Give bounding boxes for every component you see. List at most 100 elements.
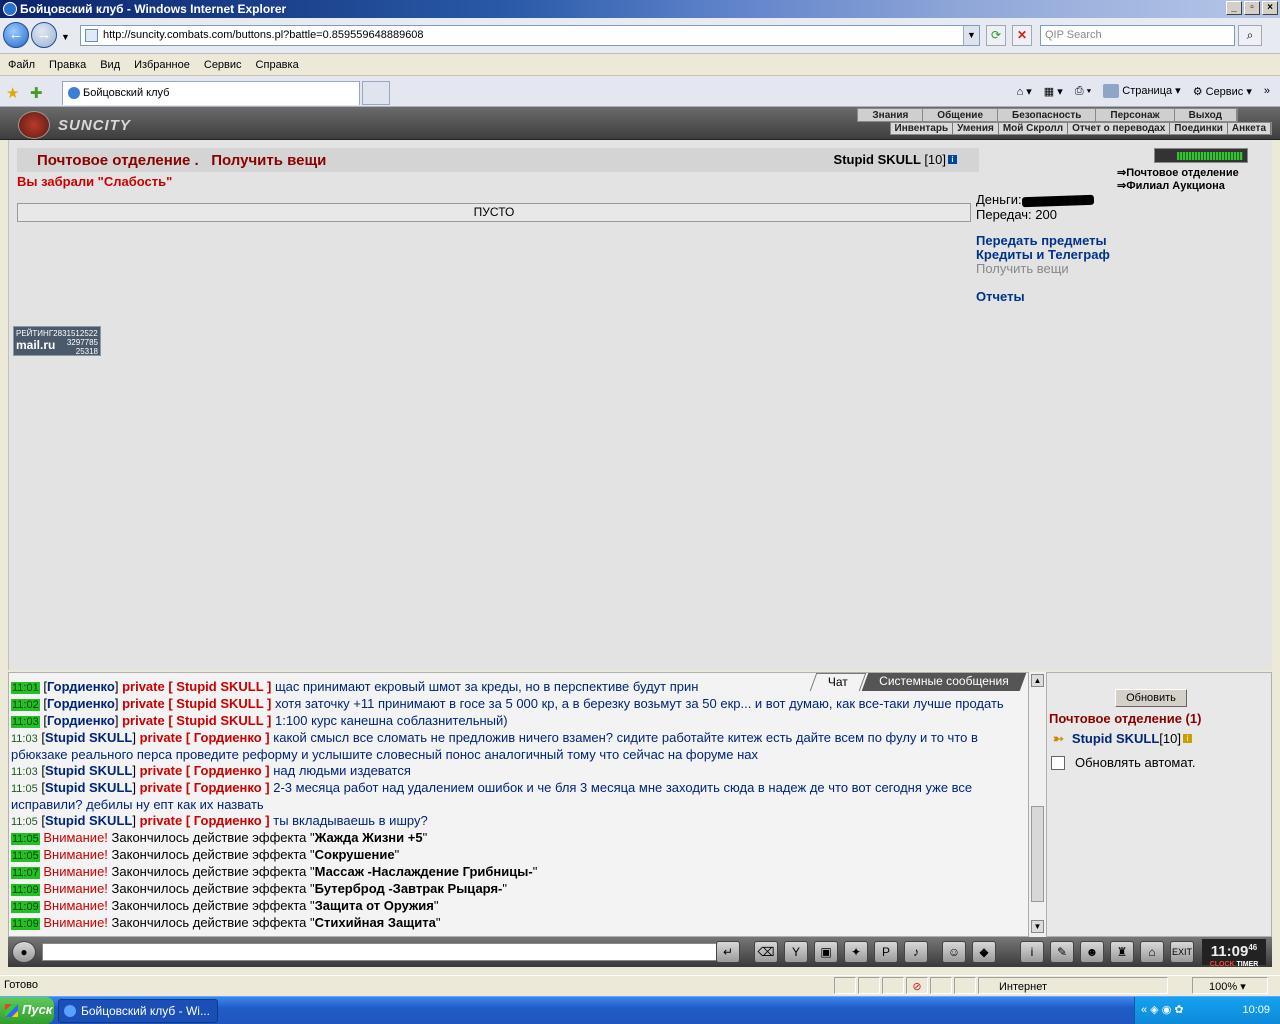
filter-icon[interactable]: Y: [784, 941, 808, 963]
chat-nick[interactable]: Гордиенко: [47, 679, 115, 694]
info-icon[interactable]: i: [1182, 734, 1192, 743]
zone-indicator[interactable]: Интернет: [978, 977, 1168, 994]
private-label: private: [139, 730, 183, 745]
reports-link[interactable]: Отчеты: [976, 290, 1110, 304]
security-icon[interactable]: ⊘: [906, 977, 928, 994]
exit-icon[interactable]: EXIT: [1170, 941, 1194, 963]
chat-nick[interactable]: Stupid SKULL: [45, 780, 132, 795]
nav-character[interactable]: Персонаж: [1096, 109, 1175, 121]
send-icon[interactable]: ↵: [716, 941, 740, 963]
back-button[interactable]: ←: [3, 22, 29, 48]
home-icon[interactable]: ⌂ ▾: [1017, 85, 1032, 98]
favorites-star-icon[interactable]: ★: [6, 84, 19, 102]
chat-nick[interactable]: Гордиенко: [47, 713, 115, 728]
effect-name: Массаж -Наслаждение Грибницы-: [314, 864, 533, 879]
start-button[interactable]: Пуск: [0, 997, 54, 1024]
group-icon[interactable]: ☻: [1080, 941, 1104, 963]
chat-scrollbar[interactable]: ▲ ▼: [1028, 672, 1046, 937]
clan-icon[interactable]: ◆: [972, 941, 996, 963]
zoom-control[interactable]: 100% ▾: [1192, 977, 1268, 994]
menu-edit[interactable]: Правка: [49, 59, 86, 71]
search-icon[interactable]: ⌕: [1238, 25, 1262, 46]
overflow-icon[interactable]: »: [1264, 85, 1270, 97]
location-post-office[interactable]: ⇒Почтовое отделение: [1117, 166, 1239, 179]
nav-inventory[interactable]: Инвентарь: [891, 123, 954, 134]
menu-favorites[interactable]: Избранное: [134, 59, 190, 71]
chat-mode-icon[interactable]: ●: [12, 941, 36, 963]
transfer-items-link[interactable]: Передать предметы: [976, 234, 1110, 248]
scroll-icon[interactable]: ✎: [1050, 941, 1074, 963]
menu-file[interactable]: Файл: [8, 59, 35, 71]
add-favorites-icon[interactable]: ✚: [30, 84, 43, 102]
nav-exit[interactable]: Выход: [1175, 109, 1237, 121]
private-target-name: Stupid SKULL: [176, 679, 264, 694]
tools-menu[interactable]: ⚙ Сервис ▾: [1193, 85, 1252, 98]
feeds-icon[interactable]: ▦ ▾: [1044, 85, 1063, 98]
menu-help[interactable]: Справка: [256, 59, 299, 71]
tab-chat[interactable]: Чат: [809, 673, 867, 691]
nav-communication[interactable]: Общение: [923, 109, 998, 121]
chat-nick[interactable]: Stupid SKULL: [45, 763, 132, 778]
menu-view[interactable]: Вид: [100, 59, 120, 71]
info-icon[interactable]: i: [948, 155, 957, 164]
chat-nick[interactable]: Stupid SKULL: [45, 730, 132, 745]
system-text: Закончилось действие эффекта: [111, 915, 307, 930]
chat-nick[interactable]: Stupid SKULL: [45, 813, 132, 828]
trophy-icon[interactable]: ♜: [1110, 941, 1134, 963]
stop-icon[interactable]: ✕: [1012, 25, 1032, 46]
taskbar-item-ie[interactable]: Бойцовский клуб - Wi...: [58, 999, 218, 1023]
chat-input[interactable]: [42, 943, 720, 961]
auto-refresh[interactable]: Обновлять автомат.: [1051, 755, 1195, 770]
tab-row: ★ ✚ Бойцовский клуб ⌂ ▾ ▦ ▾ ⎙ ▾ Страница…: [0, 76, 1280, 107]
private-arrow-icon[interactable]: ➳: [1053, 731, 1064, 746]
system-message: 11:09 Внимание! Закончилось действие эфф…: [11, 898, 439, 913]
page-menu[interactable]: Страница ▾: [1103, 84, 1181, 99]
mailru-counter[interactable]: РЕЙТИНГ2831512522 mail.ru 3297785 25318: [13, 326, 101, 356]
private-label: private: [139, 813, 183, 828]
search-input[interactable]: QIP Search: [1040, 25, 1235, 46]
forward-button[interactable]: →: [31, 22, 57, 48]
maximize-button[interactable]: ▫: [1244, 1, 1260, 15]
nav-battles[interactable]: Поединки: [1170, 123, 1228, 134]
auto-refresh-checkbox[interactable]: [1051, 755, 1065, 770]
nav-profile[interactable]: Анкета: [1228, 123, 1271, 134]
location-auction[interactable]: ⇒Филиал Аукциона: [1117, 179, 1239, 192]
close-button[interactable]: ×: [1262, 1, 1278, 15]
save-icon[interactable]: ▣: [814, 941, 838, 963]
refresh-button[interactable]: Обновить: [1115, 689, 1187, 707]
lock-icon[interactable]: ⌂: [1140, 941, 1164, 963]
new-tab-button[interactable]: [362, 81, 390, 105]
sound-icon[interactable]: ♪: [904, 941, 928, 963]
scroll-up-icon[interactable]: ▲: [1031, 674, 1044, 687]
game-logo[interactable]: SUNCITY: [14, 110, 134, 139]
private-target: [ Гордиенко ]: [182, 763, 274, 778]
pl-icon[interactable]: P: [874, 941, 898, 963]
info-panel-icon[interactable]: i: [1020, 941, 1044, 963]
tab-system-messages[interactable]: Системные сообщения: [861, 673, 1026, 691]
nav-scroll[interactable]: Мой Скролл: [999, 123, 1069, 134]
print-icon[interactable]: ⎙ ▾: [1075, 85, 1091, 98]
address-bar[interactable]: http://suncity.combats.com/buttons.pl?ba…: [80, 25, 980, 46]
address-dropdown-icon[interactable]: ▼: [963, 26, 979, 45]
tab-active[interactable]: Бойцовский клуб: [62, 81, 360, 105]
smile-icon[interactable]: ☺: [942, 941, 966, 963]
scroll-thumb[interactable]: [1031, 806, 1044, 902]
online-user[interactable]: ➳ Stupid SKULL[10] i: [1053, 731, 1192, 747]
history-dropdown-icon[interactable]: ▼: [61, 32, 70, 42]
refresh-icon[interactable]: ⟳: [986, 25, 1006, 46]
private-target-name: Гордиенко: [193, 730, 262, 745]
nav-security[interactable]: Безопасность: [998, 109, 1097, 121]
money-redacted: [1021, 194, 1094, 207]
nav-transfer-report[interactable]: Отчет о переводах: [1068, 123, 1171, 134]
fighter-icon[interactable]: ✦: [844, 941, 868, 963]
credits-telegraph-link[interactable]: Кредиты и Телеграф: [976, 248, 1110, 262]
nav-knowledge[interactable]: Знания: [858, 109, 924, 121]
scroll-down-icon[interactable]: ▼: [1031, 920, 1044, 933]
menu-tools[interactable]: Сервис: [204, 59, 242, 71]
nav-skills[interactable]: Умения: [953, 123, 999, 134]
tray-icons[interactable]: « ◈ ◉ ✿: [1141, 997, 1184, 1023]
minimize-button[interactable]: _: [1226, 1, 1242, 15]
eraser-icon[interactable]: ⌫: [754, 941, 778, 963]
chat-nick[interactable]: Гордиенко: [47, 696, 115, 711]
chat-log[interactable]: 11:01 [Гордиенко] private [ Stupid SKULL…: [11, 673, 1031, 935]
